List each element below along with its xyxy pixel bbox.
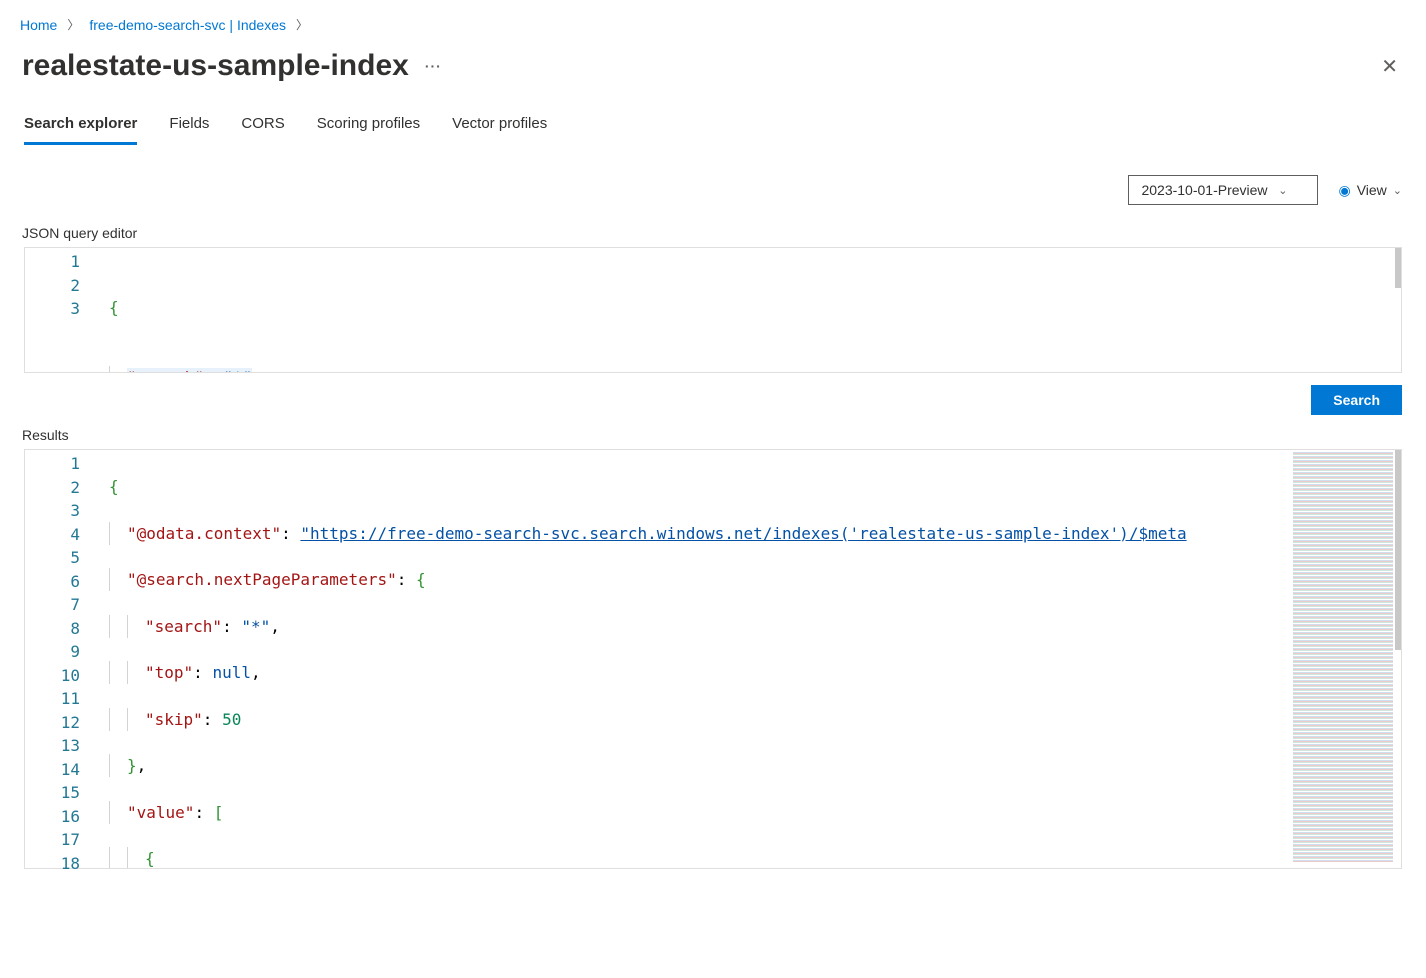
view-toggle[interactable]: ◉ View ⌄ (1338, 182, 1402, 199)
editor-body[interactable]: { "search":·"*" } (100, 248, 1401, 372)
json-query-editor[interactable]: 1 2 3 { "search":·"*" } (24, 247, 1402, 373)
breadcrumb: Home 〉 free-demo-search-svc | Indexes 〉 (0, 0, 1426, 41)
editor-gutter: 1 2 3 4 5 6 7 8 9 10 11 12 13 14 15 16 1… (25, 450, 100, 868)
breadcrumb-service[interactable]: free-demo-search-svc | Indexes (89, 17, 286, 33)
tab-vector-profiles[interactable]: Vector profiles (452, 107, 547, 145)
tab-fields[interactable]: Fields (169, 107, 209, 145)
tab-scoring-profiles[interactable]: Scoring profiles (317, 107, 420, 145)
search-button[interactable]: Search (1311, 385, 1402, 415)
chevron-down-icon: ⌄ (1278, 184, 1287, 197)
results-label: Results (0, 427, 1426, 449)
chevron-right-icon: 〉 (67, 16, 79, 33)
editor-body[interactable]: { "@odata.context": "https://free-demo-s… (100, 450, 1401, 868)
eye-icon: ◉ (1338, 182, 1350, 199)
tab-cors[interactable]: CORS (241, 107, 284, 145)
close-icon[interactable]: ✕ (1373, 50, 1406, 83)
query-editor-label: JSON query editor (0, 225, 1426, 247)
more-actions-button[interactable]: ··· (425, 58, 442, 74)
results-editor[interactable]: 1 2 3 4 5 6 7 8 9 10 11 12 13 14 15 16 1… (24, 449, 1402, 869)
chevron-right-icon: 〉 (296, 16, 308, 33)
chevron-down-icon: ⌄ (1393, 184, 1402, 197)
editor-gutter: 1 2 3 (25, 248, 100, 372)
scrollbar[interactable] (1395, 450, 1401, 650)
breadcrumb-home[interactable]: Home (20, 17, 57, 33)
tab-bar: Search explorer Fields CORS Scoring prof… (0, 107, 1426, 145)
api-version-select[interactable]: 2023-10-01-Preview ⌄ (1128, 175, 1318, 205)
tab-search-explorer[interactable]: Search explorer (24, 107, 137, 145)
scrollbar[interactable] (1395, 248, 1401, 288)
page-title: realestate-us-sample-index ··· (22, 49, 442, 83)
